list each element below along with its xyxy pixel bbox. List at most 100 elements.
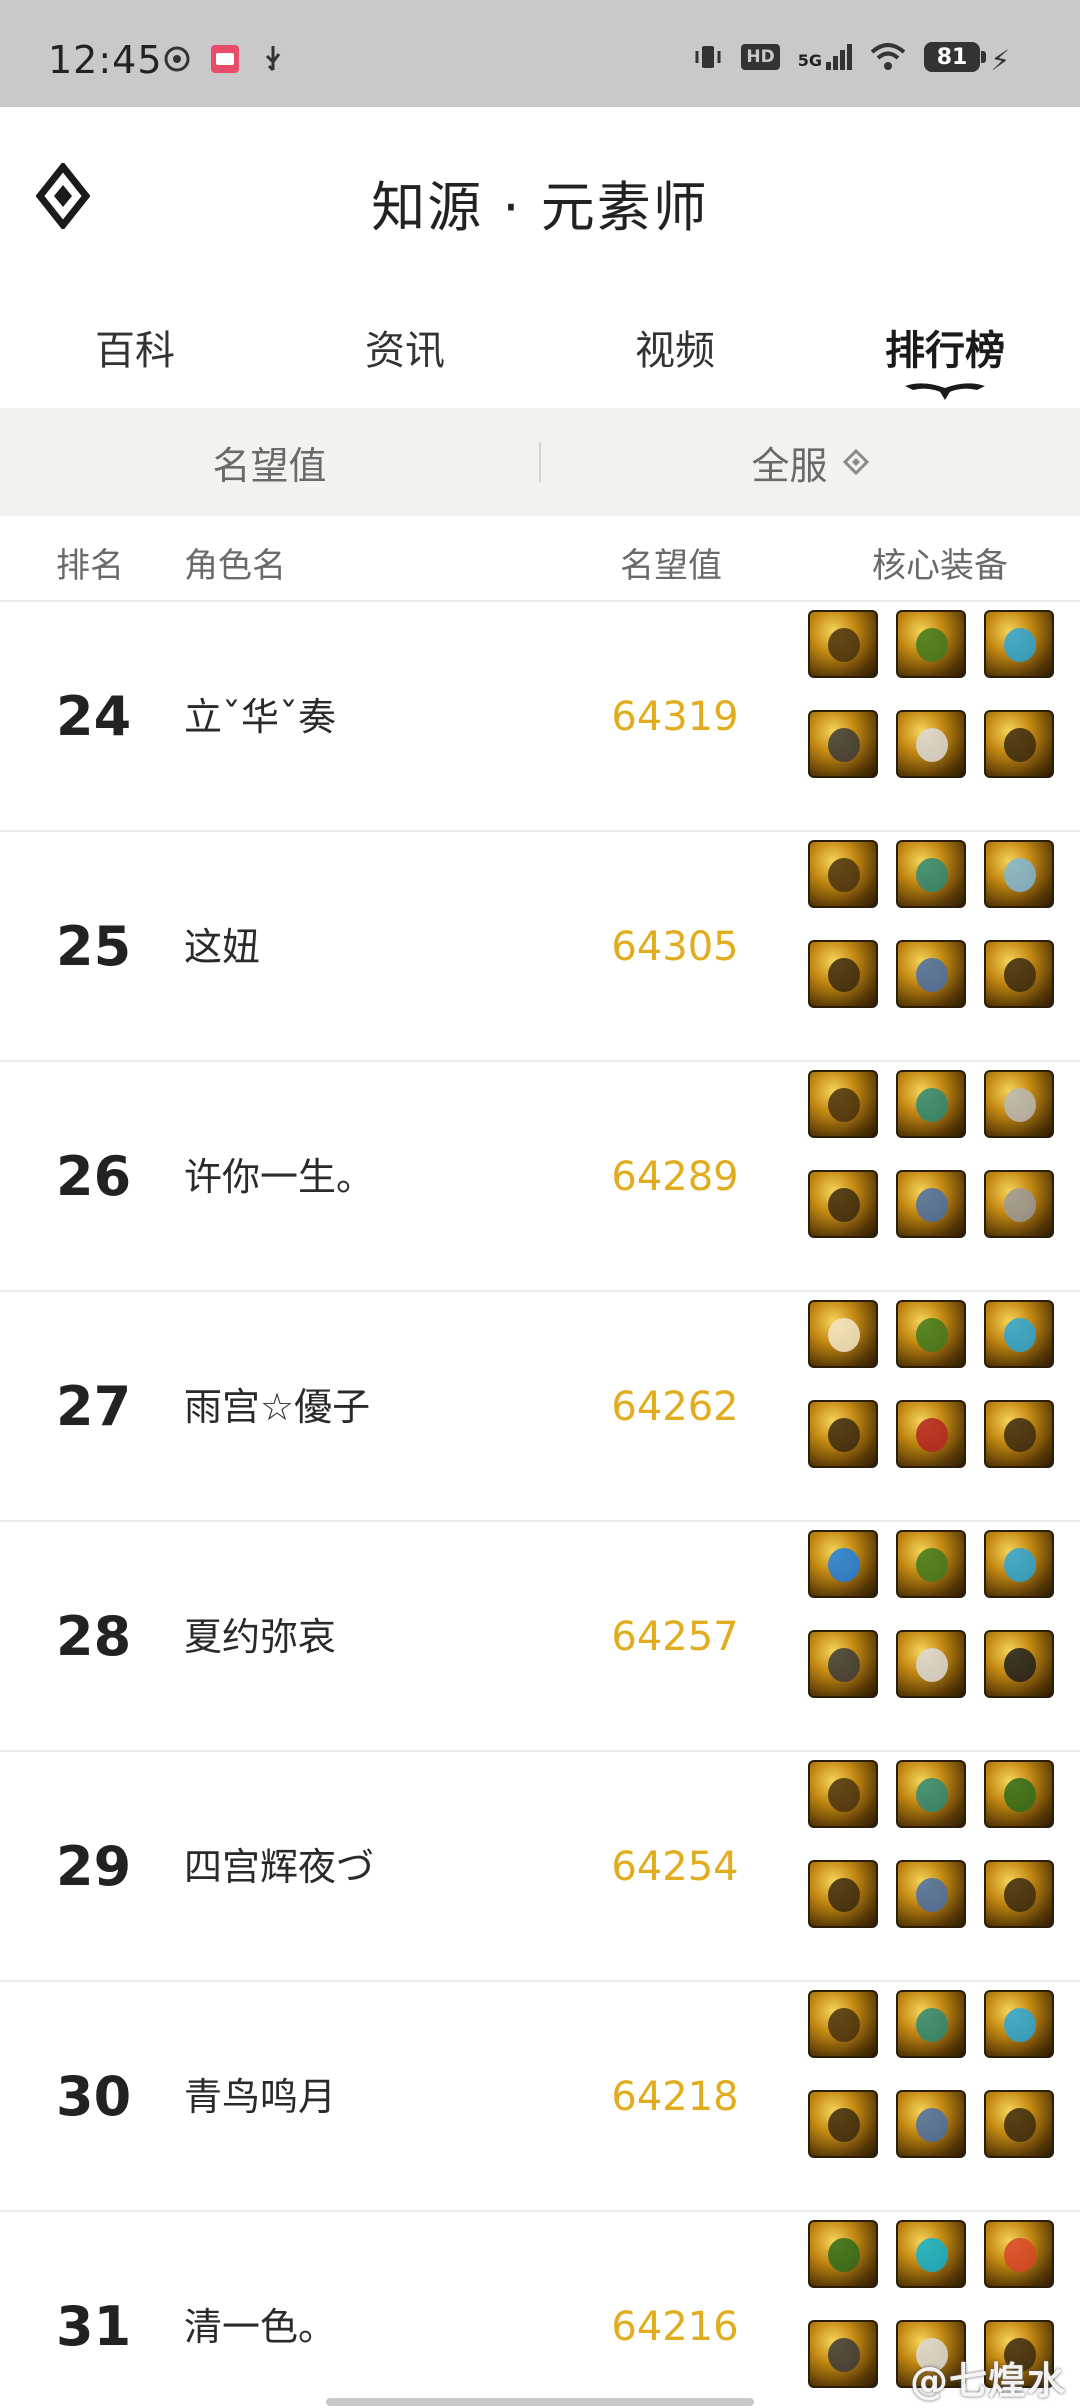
wing-equipment-icon[interactable] [808,1300,878,1368]
pants-equipment-icon[interactable] [984,940,1054,1008]
coat-equipment-icon[interactable] [896,1630,966,1698]
server-filter-label: 全服 [751,443,828,488]
rank-number: 30 [56,2065,132,2128]
stone-equipment-icon[interactable] [896,1760,966,1828]
core-equipment [808,1990,1080,2158]
app-notification-icon [162,44,192,74]
filter-bar: 名望值 全服 [0,408,1080,516]
core-equipment [808,1530,1080,1698]
sash-equipment-icon[interactable] [896,940,966,1008]
network-type: 5G [797,51,822,70]
character-name: 许你一生。 [184,1155,375,1199]
armor-equipment-icon[interactable] [808,610,878,678]
pants-equipment-icon[interactable] [808,940,878,1008]
core-equipment [808,1300,1080,1468]
gem-equipment-icon[interactable] [984,1300,1054,1368]
ranking-row[interactable]: 30 青鸟鸣月 64218 [0,1982,1080,2212]
gauntlet-equipment-icon[interactable] [984,1070,1054,1138]
orb-equipment-icon[interactable] [808,2320,878,2388]
green-claw-equipment-icon[interactable] [984,1760,1054,1828]
armor-equipment-icon[interactable] [808,1990,878,2058]
gem-equipment-icon[interactable] [984,1530,1054,1598]
wifi-icon [870,43,906,70]
blue-orb-equipment-icon[interactable] [808,1530,878,1598]
core-equipment [808,1760,1080,1928]
armor-equipment-icon[interactable] [808,840,878,908]
tab-video[interactable]: 视频 [540,282,810,408]
home-indicator[interactable] [326,2398,754,2406]
plate-equipment-icon[interactable] [984,1170,1054,1238]
gem-equipment-icon[interactable] [984,1990,1054,2058]
reputation-score: 64289 [611,1154,739,1200]
battery-level: 81 [936,44,968,70]
armor-equipment-icon[interactable] [808,1760,878,1828]
pants-equipment-icon[interactable] [808,1170,878,1238]
character-name: 青鸟鸣月 [184,2075,337,2119]
col-score: 名望值 [620,546,722,586]
coat-equipment-icon[interactable] [896,710,966,778]
tab-news[interactable]: 资讯 [270,282,540,408]
ranking-row[interactable]: 28 夏约弥哀 64257 [0,1522,1080,1752]
red-armor-equipment-icon[interactable] [896,1400,966,1468]
sort-filter[interactable]: 名望值 [0,435,539,490]
rank-number: 29 [56,1835,132,1898]
ranking-list: 24 立ˇ华ˇ奏 64319 25 这妞 64305 26 许你一生。 64289 27 雨宫☆優子… [0,602,1080,2408]
rank-number: 31 [56,2295,132,2358]
watermark: @七煌水 [909,2359,1066,2403]
pants-equipment-icon[interactable] [984,1860,1054,1928]
tab-bar: 百科 资讯 视频 排行榜 [0,282,1080,408]
reputation-score: 64216 [611,2304,739,2350]
dark-pants-equipment-icon[interactable] [984,1630,1054,1698]
pants-equipment-icon[interactable] [984,1400,1054,1468]
stone-equipment-icon[interactable] [896,840,966,908]
character-name: 雨宫☆優子 [184,1385,371,1429]
character-name: 这妞 [184,925,261,969]
tab-wiki[interactable]: 百科 [0,282,270,408]
leaf-equipment-icon[interactable] [896,1300,966,1368]
reputation-score: 64218 [611,2074,739,2120]
pants-equipment-icon[interactable] [808,1400,878,1468]
character-name: 清一色。 [184,2305,337,2349]
reputation-score: 64257 [611,1614,739,1660]
pants-equipment-icon[interactable] [984,2090,1054,2158]
vibrate-icon [695,46,721,68]
usb-icon [258,44,288,74]
rank-number: 26 [56,1145,132,1208]
server-filter[interactable]: 全服 [541,435,1080,490]
blue-bracelet-equipment-icon[interactable] [896,2220,966,2288]
ranking-row[interactable]: 24 立ˇ华ˇ奏 64319 [0,602,1080,832]
tab-ranking[interactable]: 排行榜 [810,282,1080,408]
stone-equipment-icon[interactable] [896,1990,966,2058]
rank-number: 24 [56,685,132,748]
crystal-equipment-icon[interactable] [984,840,1054,908]
leaf-equipment-icon[interactable] [896,610,966,678]
pants-equipment-icon[interactable] [808,2090,878,2158]
green-claw-equipment-icon[interactable] [808,2220,878,2288]
gem-equipment-icon[interactable] [984,610,1054,678]
reputation-score: 64254 [611,1844,739,1890]
orb-equipment-icon[interactable] [808,1630,878,1698]
pants-equipment-icon[interactable] [984,710,1054,778]
charging-icon: ⚡ [990,44,1010,77]
status-left-icons [162,44,288,74]
sash-equipment-icon[interactable] [896,1170,966,1238]
col-equip: 核心装备 [872,546,1008,586]
hd-badge: HD [741,44,780,70]
sash-equipment-icon[interactable] [896,2090,966,2158]
ranking-row[interactable]: 29 四宫辉夜づ 64254 [0,1752,1080,1982]
armor-equipment-icon[interactable] [808,1070,878,1138]
app-header: 知源 · 元素师 [0,107,1080,282]
character-name: 夏约弥哀 [184,1615,337,1659]
ranking-row[interactable]: 25 这妞 64305 [0,832,1080,1062]
page-title: 知源 · 元素师 [371,176,709,239]
orb-equipment-icon[interactable] [808,710,878,778]
stone-equipment-icon[interactable] [896,1070,966,1138]
ranking-row[interactable]: 26 许你一生。 64289 [0,1062,1080,1292]
active-tab-indicator-icon [905,383,985,400]
sash-equipment-icon[interactable] [896,1860,966,1928]
leaf-equipment-icon[interactable] [896,1530,966,1598]
ranking-row[interactable]: 27 雨宫☆優子 64262 [0,1292,1080,1522]
bilibili-notification-icon [210,44,240,74]
pants-equipment-icon[interactable] [808,1860,878,1928]
red-gem-equipment-icon[interactable] [984,2220,1054,2288]
